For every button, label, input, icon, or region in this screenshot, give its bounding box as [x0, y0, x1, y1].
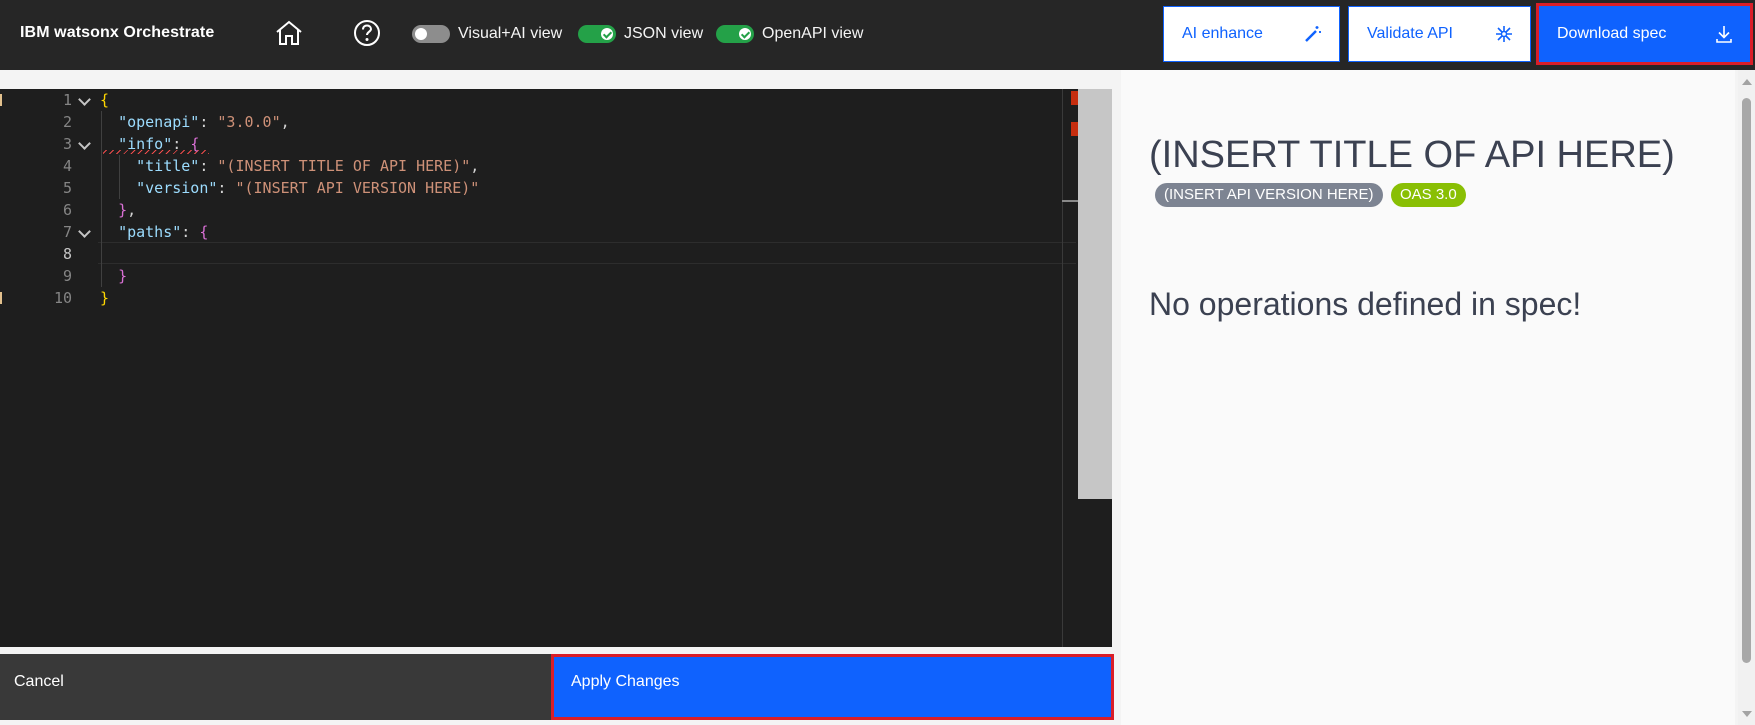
code-line[interactable]: 5 "version": "(INSERT API VERSION HERE)" — [0, 177, 1060, 199]
code-line[interactable]: 8 — [0, 243, 1060, 265]
code-line[interactable]: 1{ — [0, 89, 1060, 111]
scroll-position-indicator — [1062, 200, 1078, 202]
oas-badge: OAS 3.0 — [1391, 183, 1466, 207]
line-number: 5 — [62, 179, 72, 197]
validate-api-button[interactable]: Validate API — [1348, 6, 1531, 62]
code-text: }, — [118, 201, 137, 219]
empty-operations-message: No operations defined in spec! — [1149, 286, 1582, 322]
openapi-preview: (INSERT TITLE OF API HERE) (INSERT API V… — [1121, 70, 1735, 725]
toggle-label: OpenAPI view — [762, 25, 864, 42]
version-badge: (INSERT API VERSION HERE) — [1155, 183, 1383, 207]
download-spec-button[interactable]: Download spec — [1536, 3, 1753, 65]
download-icon — [1714, 24, 1734, 44]
toggle-label: Visual+AI view — [458, 25, 563, 42]
code-line[interactable]: 4 "title": "(INSERT TITLE OF API HERE)", — [0, 155, 1060, 177]
fold-chevron-icon[interactable] — [78, 225, 91, 238]
error-marker — [1071, 122, 1078, 136]
error-marker — [1071, 91, 1078, 105]
scroll-down-icon[interactable] — [1742, 711, 1752, 717]
home-icon[interactable] — [273, 17, 305, 49]
cancel-button[interactable]: Cancel — [0, 654, 551, 720]
toggle-switch[interactable] — [716, 25, 754, 43]
toggle-json-view[interactable]: JSON view — [578, 22, 703, 46]
fold-chevron-icon[interactable] — [78, 137, 91, 150]
code-text: "openapi": "3.0.0", — [118, 113, 290, 131]
code-text: { — [100, 91, 110, 109]
code-line[interactable]: 9 } — [0, 265, 1060, 287]
toggle-switch[interactable] — [578, 25, 616, 43]
line-number: 4 — [62, 157, 72, 175]
preview-scrollbar[interactable] — [1738, 70, 1755, 725]
api-title: (INSERT TITLE OF API HERE) — [1149, 134, 1675, 176]
line-number: 9 — [62, 267, 72, 285]
help-icon[interactable] — [351, 17, 383, 49]
line-number: 3 — [62, 135, 72, 153]
toggle-switch[interactable] — [412, 25, 450, 43]
scroll-up-icon[interactable] — [1742, 79, 1752, 85]
line-number: 2 — [62, 113, 72, 131]
download-spec-label: Download spec — [1557, 25, 1667, 42]
code-text: } — [100, 289, 110, 307]
line-number: 10 — [53, 289, 72, 307]
json-editor[interactable]: 1{2 "openapi": "3.0.0", 3 "info": {4 "tit… — [0, 89, 1112, 647]
ai-enhance-button[interactable]: AI enhance — [1163, 6, 1340, 62]
scrollbar-thumb[interactable] — [1742, 98, 1751, 663]
validate-api-label: Validate API — [1367, 25, 1453, 42]
code-text: "version": "(INSERT API VERSION HERE)" — [136, 179, 480, 197]
apply-changes-button[interactable]: Apply Changes — [551, 654, 1114, 720]
editor-overview-ruler — [1062, 89, 1076, 647]
line-number: 1 — [62, 91, 72, 109]
code-line[interactable]: 2 "openapi": "3.0.0", — [0, 111, 1060, 133]
validate-icon — [1494, 24, 1514, 44]
code-text: "paths": { — [118, 223, 209, 241]
code-text: "info": { — [118, 135, 200, 153]
fold-chevron-icon[interactable] — [78, 93, 91, 106]
top-bar: IBM watsonx Orchestrate Visual+AI view J… — [0, 0, 1755, 70]
toggle-openapi-view[interactable]: OpenAPI view — [716, 22, 863, 46]
code-line[interactable]: 3 "info": { — [0, 133, 1060, 155]
ai-enhance-label: AI enhance — [1182, 25, 1263, 42]
product-name: IBM watsonx Orchestrate — [20, 24, 215, 41]
toggle-label: JSON view — [624, 25, 704, 42]
toggle-visual-ai-view[interactable]: Visual+AI view — [412, 22, 562, 46]
code-line[interactable]: 7 "paths": { — [0, 221, 1060, 243]
code-line[interactable]: 10} — [0, 287, 1060, 309]
line-number: 7 — [62, 223, 72, 241]
code-line[interactable]: 6 }, — [0, 199, 1060, 221]
editor-scrollbar[interactable] — [1078, 89, 1112, 499]
line-number: 6 — [62, 201, 72, 219]
line-number: 8 — [62, 245, 72, 263]
editor-actions: Cancel Apply Changes — [0, 654, 1114, 720]
code-text: } — [118, 267, 128, 285]
magic-wand-icon — [1303, 24, 1323, 44]
code-text: "title": "(INSERT TITLE OF API HERE)", — [136, 157, 480, 175]
